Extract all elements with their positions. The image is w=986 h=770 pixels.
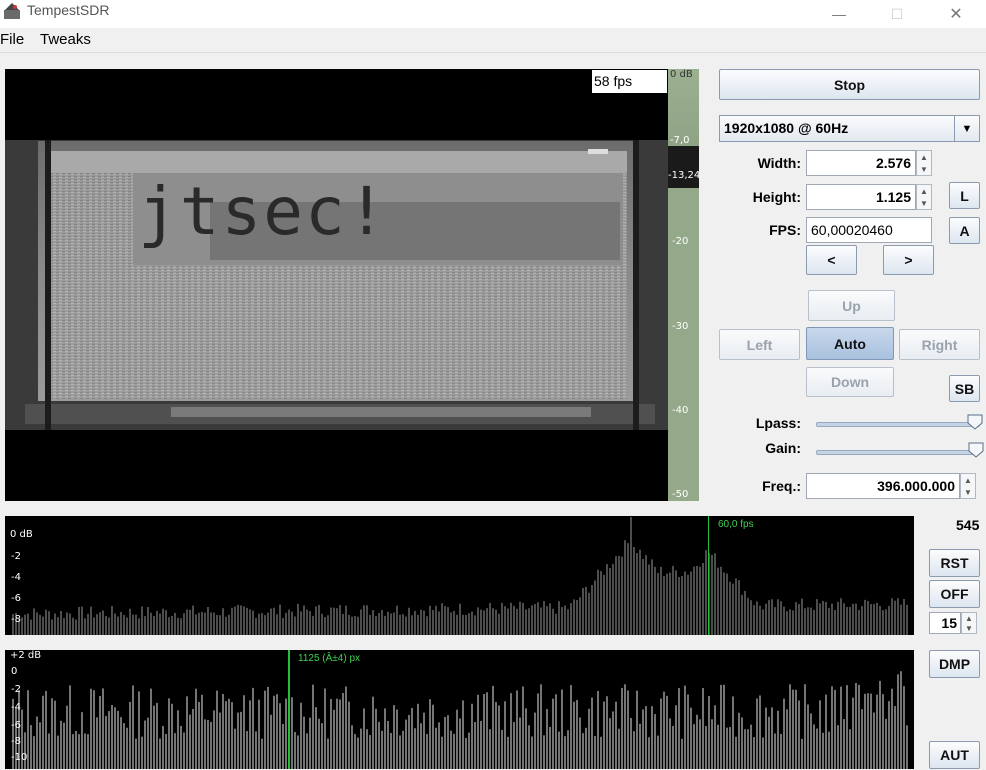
gain-label: Gain: [765, 440, 801, 456]
frames-field[interactable]: 15 [929, 612, 961, 634]
auto-button[interactable]: Auto [806, 327, 894, 360]
resolution-select[interactable]: 1920x1080 @ 60Hz ▼ [719, 115, 980, 142]
minimize-button[interactable]: — [816, 0, 862, 28]
captured-text: jtsec! [138, 173, 389, 250]
db-tick: 0 dB [670, 69, 693, 80]
stop-button[interactable]: Stop [719, 69, 980, 100]
video-display[interactable]: jtsec! 58 fps [5, 69, 668, 501]
resolution-value: 1920x1080 @ 60Hz [724, 120, 849, 136]
px-plot-tick: -6 [11, 720, 21, 731]
width-label: Width: [757, 155, 801, 171]
a-button[interactable]: A [949, 217, 980, 244]
gain-slider-thumb[interactable] [968, 442, 984, 458]
fps-plot[interactable]: 0 dB -2 -4 -6 -8 60,0 fps [5, 516, 914, 635]
lpass-label: Lpass: [755, 415, 801, 431]
fps-marker-label: 60,0 fps [718, 519, 754, 530]
window-title: TempestSDR [27, 2, 110, 18]
l-button[interactable]: L [949, 182, 980, 209]
fps-marker-line [708, 516, 709, 635]
frame-counter: 545 [956, 517, 980, 533]
menu-tweaks[interactable]: Tweaks [40, 31, 91, 48]
aut-button[interactable]: AUT [929, 741, 980, 769]
fps-plot-tick: -8 [11, 614, 21, 625]
fps-plot-bars [12, 517, 908, 635]
db-scale: 0 dB -7,0 -13,24 -20 -30 -40 -50 [668, 69, 701, 501]
db-tick: -20 [672, 236, 689, 247]
right-button[interactable]: Right [899, 329, 980, 360]
px-plot[interactable]: +2 dB 0 -2 -4 -6 -8 -10 1125 (Â±4) px [5, 650, 914, 769]
down-button[interactable]: Down [806, 367, 894, 397]
fps-plot-tick: -4 [11, 572, 21, 583]
freq-field[interactable]: 396.000.000 [806, 473, 960, 499]
px-plot-tick: 0 [11, 666, 18, 677]
db-tick: -13,24 [668, 170, 701, 181]
lpass-slider-thumb[interactable] [967, 414, 983, 430]
px-plot-tick: -2 [11, 684, 21, 695]
menu-file[interactable]: File [0, 31, 24, 48]
off-button[interactable]: OFF [929, 580, 980, 608]
width-field[interactable]: 2.576 [806, 150, 916, 176]
px-plot-bars [12, 671, 908, 769]
maximize-button[interactable]: ☐ [874, 0, 920, 28]
title-bar: TempestSDR — ☐ ✕ [0, 0, 986, 28]
height-label: Height: [752, 189, 801, 205]
px-plot-tick: -10 [11, 752, 28, 763]
width-spinner[interactable]: ▲ ▼ [916, 150, 932, 176]
fps-plot-tick: 0 dB [10, 529, 33, 540]
px-marker-line [288, 650, 290, 769]
lpass-slider[interactable] [816, 422, 980, 427]
fps-label: FPS: [769, 222, 801, 238]
app-icon [4, 3, 20, 19]
px-plot-tick: -4 [11, 702, 21, 713]
captured-image [5, 140, 668, 430]
freq-label: Freq.: [762, 478, 801, 494]
close-button[interactable]: ✕ [933, 0, 979, 28]
fps-readout: 58 fps [592, 70, 667, 93]
px-plot-tick: +2 dB [10, 650, 42, 661]
fps-plot-tick: -6 [11, 593, 21, 604]
rst-button[interactable]: RST [929, 549, 980, 577]
left-button[interactable]: Left [719, 329, 800, 360]
menu-bar: File Tweaks [0, 28, 986, 53]
fps-field[interactable]: 60,00020460 [806, 217, 932, 243]
gain-slider[interactable] [816, 450, 980, 455]
prev-button[interactable]: < [806, 245, 857, 275]
chevron-down-icon[interactable]: ▼ [954, 116, 979, 141]
db-tick: -30 [672, 321, 689, 332]
height-field[interactable]: 1.125 [806, 184, 916, 210]
up-button[interactable]: Up [808, 290, 895, 321]
frames-spinner[interactable]: ▲ ▼ [961, 612, 977, 634]
db-tick: -40 [672, 405, 689, 416]
db-tick: -50 [672, 489, 689, 500]
dmp-button[interactable]: DMP [929, 650, 980, 678]
db-tick: -7,0 [670, 135, 690, 146]
fps-plot-tick: -2 [11, 551, 21, 562]
height-spinner[interactable]: ▲ ▼ [916, 184, 932, 210]
px-marker-label: 1125 (Â±4) px [298, 653, 361, 664]
px-plot-tick: -8 [11, 736, 21, 747]
next-button[interactable]: > [883, 245, 934, 275]
freq-spinner[interactable]: ▲ ▼ [960, 473, 976, 499]
sb-button[interactable]: SB [949, 375, 980, 402]
